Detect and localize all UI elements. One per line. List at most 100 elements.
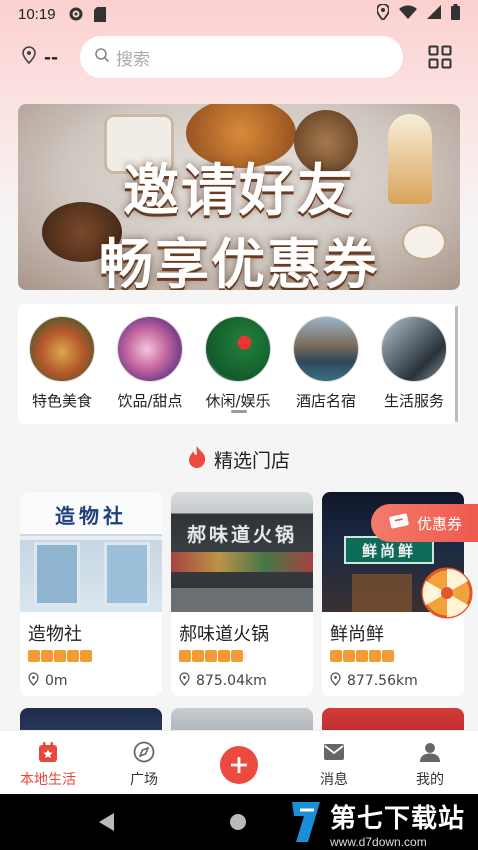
category-label: 休闲/娱乐 [205,392,271,410]
category-item-leisure[interactable]: 休闲/娱乐 [194,316,282,411]
location-icon [376,3,390,24]
vertical-scrollbar[interactable] [455,306,458,422]
store-card[interactable]: 造物社 造物社 0m [20,492,162,696]
dessert-photo [117,316,183,382]
store-card[interactable]: 郝味道火锅 郝味道火锅 875.04km [171,492,313,696]
star-icon [41,650,53,662]
distance-value: 877.56km [347,673,418,689]
compass-icon [104,739,184,765]
star-icon [54,650,66,662]
banner-title-line2: 畅享优惠券 [99,233,379,290]
location-pin-icon [28,672,45,690]
store-photo: 造物社 [20,492,162,612]
nav-label: 本地生活 [20,772,76,788]
category-item-food[interactable]: 特色美食 [18,316,106,411]
promo-banner[interactable]: 邀请好友 畅享优惠券 [18,104,460,290]
location-pin-icon [179,672,196,690]
location-selector[interactable]: -- [22,46,58,69]
nav-profile[interactable]: 我的 [390,739,470,789]
hotel-photo [293,316,359,382]
service-photo [381,316,447,382]
category-item-service[interactable]: 生活服务 [370,316,458,411]
mail-icon [294,739,374,765]
star-icon [382,650,394,662]
search-icon [94,47,116,68]
star-icon [28,650,40,662]
star-icon [67,650,79,662]
star-icon [369,650,381,662]
coupon-label: 优惠券 [417,514,463,533]
section-title: 精选门店 [213,450,290,472]
banner-title-line1: 邀请好友 [123,159,355,224]
category-label: 生活服务 [383,392,444,410]
star-icon [192,650,204,662]
watermark: 第七下载站 www.d7down.com [288,798,465,849]
home-button[interactable] [230,814,246,830]
star-icon [179,650,191,662]
store-distance: 875.04km [179,672,267,690]
category-item-dessert[interactable]: 饮品/甜点 [106,316,194,411]
watermark-logo-icon [288,800,324,848]
nav-local-life[interactable]: 本地生活 [8,739,88,789]
search-input[interactable]: 搜索 [80,36,403,78]
store-sign: 鲜尚鲜 [361,542,416,560]
billiards-photo [205,316,271,382]
location-value: -- [44,47,59,68]
watermark-main-text: 第七下载站 [330,804,466,834]
distance-value: 0m [45,673,68,689]
star-icon [80,650,92,662]
battery-icon [451,4,460,24]
watermark-sub-text: www.d7down.com [330,835,427,849]
status-bar: 10:19 [0,0,478,28]
food-photo [29,316,95,382]
category-label: 饮品/甜点 [117,392,183,410]
nav-label: 我的 [416,772,444,788]
star-icon [330,650,342,662]
section-header: 精选门店 [0,446,478,473]
plus-icon[interactable] [220,746,258,784]
store-photo: 郝味道火锅 [171,492,313,612]
store-rating [330,650,394,662]
distance-value: 875.04km [196,673,267,689]
settings-icon [68,6,84,22]
store-sign: 造物社 [55,504,127,528]
store-name: 鲜尚鲜 [330,624,384,645]
nav-label: 广场 [130,772,158,788]
grid-menu-icon[interactable] [428,45,452,73]
location-pin-icon [22,46,44,69]
category-strip: 特色美食 饮品/甜点 休闲/娱乐 酒店名宿 生活服务 [18,304,460,424]
category-label: 特色美食 [31,392,92,410]
top-header: -- 搜索 [0,36,478,78]
category-scroll-indicator [231,410,247,413]
local-life-icon [8,739,88,765]
wifi-icon [399,5,417,23]
system-navigation-bar: 第七下载站 www.d7down.com [0,794,478,850]
star-icon [356,650,368,662]
coupon-button[interactable]: 优惠券 [371,504,478,542]
location-pin-icon [330,672,347,690]
nav-plaza[interactable]: 广场 [104,739,184,789]
store-rating [28,650,92,662]
store-rating [179,650,243,662]
store-sign: 郝味道火锅 [186,524,297,546]
store-name: 郝味道火锅 [179,624,269,645]
lucky-wheel-icon[interactable] [420,566,474,620]
search-placeholder: 搜索 [116,49,150,70]
star-icon [343,650,355,662]
category-label: 酒店名宿 [295,392,356,410]
signal-icon [427,5,441,23]
back-icon[interactable] [98,812,116,836]
store-distance: 0m [28,672,68,690]
category-item-hotel[interactable]: 酒店名宿 [282,316,370,411]
star-icon [218,650,230,662]
star-icon [205,650,217,662]
star-icon [231,650,243,662]
flame-icon [188,446,214,473]
profile-icon [390,739,470,765]
status-time: 10:19 [18,5,56,23]
sd-card-icon [93,6,106,22]
nav-messages[interactable]: 消息 [294,739,374,789]
store-distance: 877.56km [330,672,418,690]
nav-label: 消息 [320,772,348,788]
ticket-icon [389,513,417,533]
